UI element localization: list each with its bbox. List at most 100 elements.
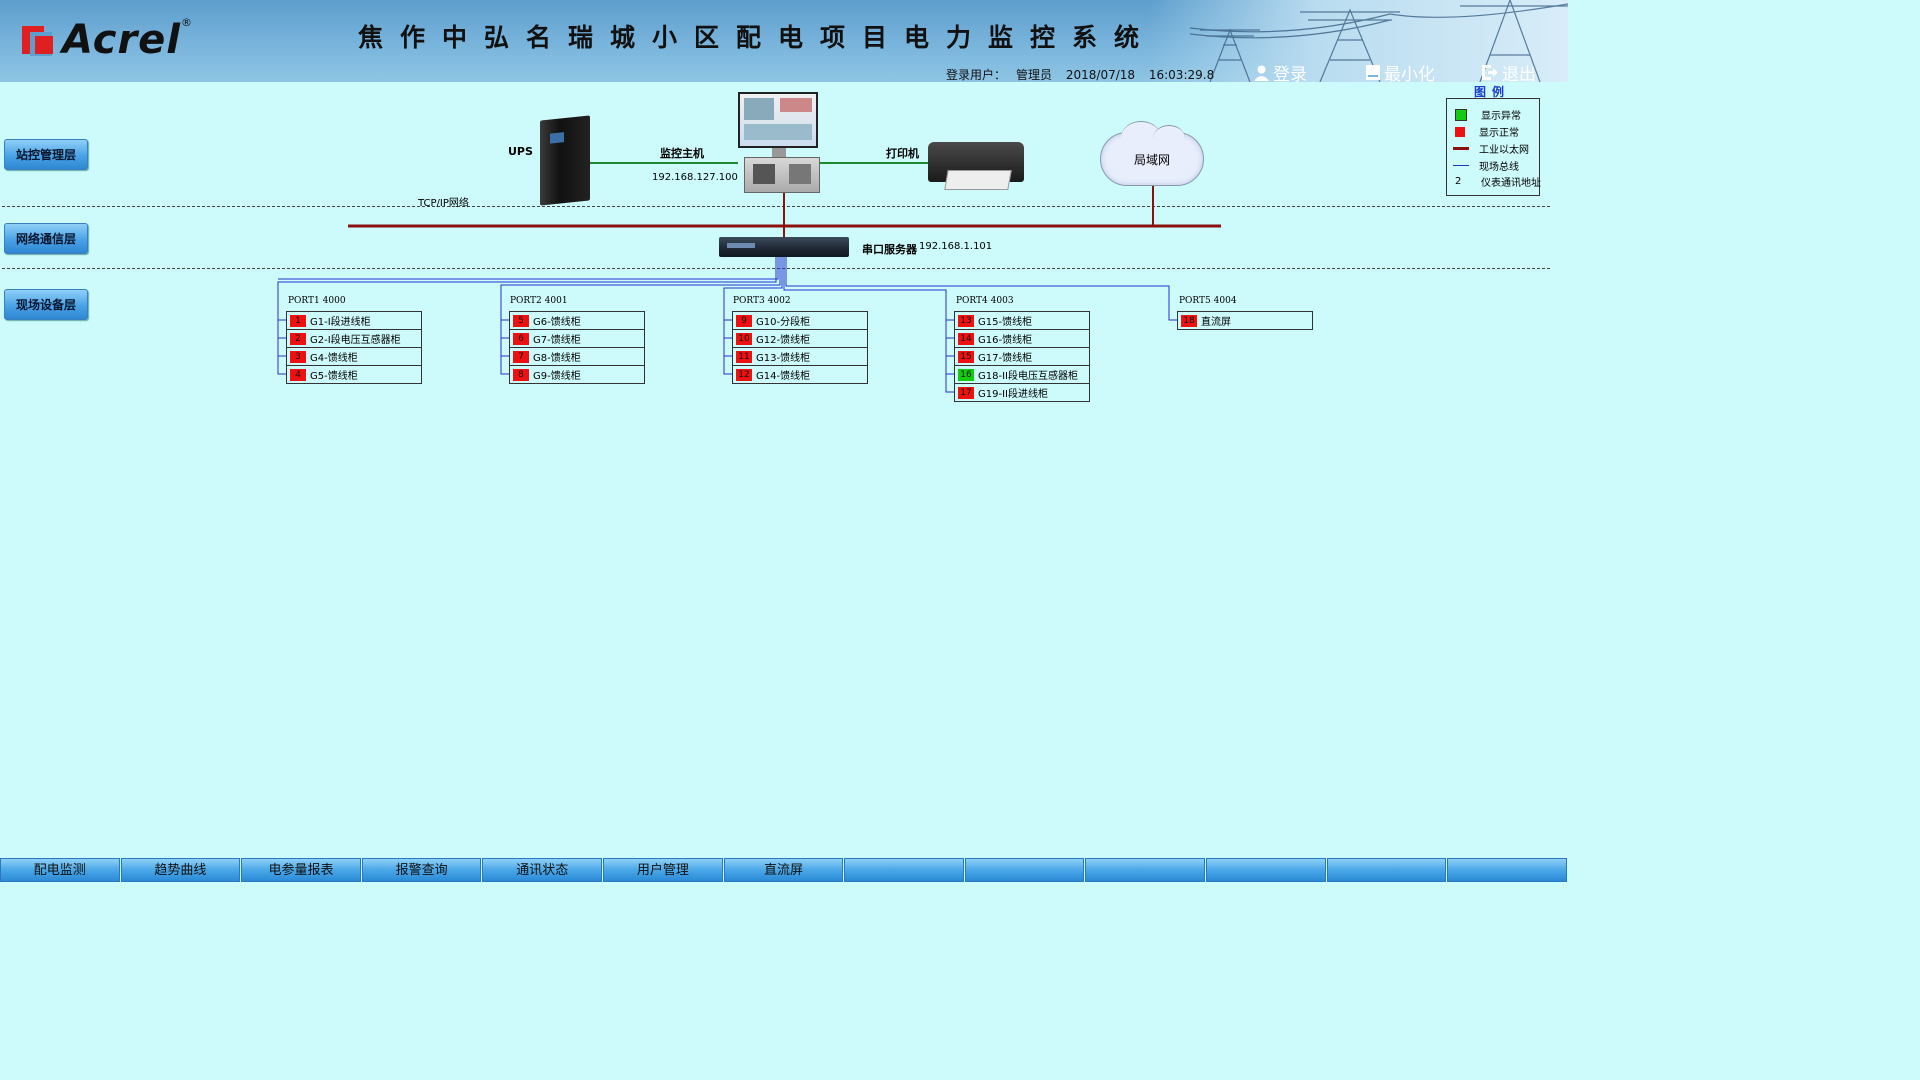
lan-cloud[interactable]: 局域网: [1100, 121, 1204, 186]
device-row[interactable]: 9 G10-分段柜: [733, 312, 867, 330]
legend-label: 仪表通讯地址: [1481, 178, 1541, 189]
red-swatch-icon: [1455, 126, 1465, 137]
printer-device[interactable]: [928, 134, 1026, 192]
device-row[interactable]: 11 G13-馈线柜: [733, 348, 867, 366]
port-device-table: 1 G1-I段进线柜 2 G2-I段电压互感器柜 3 G4-馈线柜 4 G5-馈线柜: [286, 311, 422, 384]
device-status-address: 3: [290, 350, 306, 363]
port-label: PORT4 4003: [956, 296, 1014, 306]
serial-server-label: 串口服务器: [862, 243, 917, 256]
device-name: G19-II段进线柜: [978, 389, 1048, 400]
serial-server-device[interactable]: [719, 237, 849, 257]
device-row[interactable]: 6 G7-馈线柜: [510, 330, 644, 348]
device-status-address: 17: [958, 386, 974, 399]
bottom-tab[interactable]: 电参量报表: [241, 858, 361, 882]
device-row[interactable]: 15 G17-馈线柜: [955, 348, 1089, 366]
device-status-address: 10: [736, 332, 752, 345]
legend-label: 现场总线: [1479, 162, 1519, 173]
legend-label: 工业以太网: [1479, 145, 1529, 156]
device-row[interactable]: 2 G2-I段电压互感器柜: [287, 330, 421, 348]
host-label: 监控主机: [660, 147, 704, 160]
ups-device[interactable]: [540, 115, 590, 206]
device-name: G6-馈线柜: [533, 317, 581, 328]
device-status-address: 14: [958, 332, 974, 345]
green-swatch-icon: [1455, 108, 1467, 121]
device-status-address: 12: [736, 368, 752, 381]
address-symbol: 2: [1455, 176, 1462, 187]
device-row[interactable]: 8 G9-馈线柜: [510, 366, 644, 384]
port-label: PORT3 4002: [733, 296, 791, 306]
monitor-host-device[interactable]: [738, 92, 818, 148]
bottom-tab[interactable]: [964, 858, 1085, 882]
device-status-address: 2: [290, 332, 306, 345]
monitor-screen: [740, 94, 816, 146]
device-status-address: 4: [290, 368, 306, 381]
device-status-address: 18: [1181, 314, 1197, 327]
lan-label: 局域网: [1133, 153, 1170, 167]
device-name: G13-馈线柜: [756, 353, 811, 364]
device-name: 直流屏: [1201, 317, 1231, 328]
bottom-tab[interactable]: [844, 858, 964, 882]
port-device-table: 18 直流屏: [1177, 311, 1313, 330]
device-row[interactable]: 16 G18-II段电压互感器柜: [955, 366, 1089, 384]
device-name: G2-I段电压互感器柜: [310, 335, 401, 346]
device-row[interactable]: 3 G4-馈线柜: [287, 348, 421, 366]
printer-label: 打印机: [886, 147, 919, 160]
tcpip-label: TCP/IP网络: [418, 198, 469, 209]
device-name: G4-馈线柜: [310, 353, 358, 364]
serial-server-ip: 192.168.1.101: [919, 241, 993, 252]
device-name: G5-馈线柜: [310, 371, 358, 382]
device-row[interactable]: 1 G1-I段进线柜: [287, 312, 421, 330]
bottom-navigation: 配电监测 趋势曲线 电参量报表 报警查询 通讯状态 用户管理 直流屏: [0, 858, 1568, 882]
industrial-pc: [744, 157, 820, 193]
bottom-tab[interactable]: 报警查询: [361, 858, 482, 882]
device-name: G10-分段柜: [756, 317, 811, 328]
port-label: PORT1 4000: [288, 296, 346, 306]
device-status-address: 1: [290, 314, 306, 327]
device-status-address: 9: [736, 314, 752, 327]
device-row[interactable]: 14 G16-馈线柜: [955, 330, 1089, 348]
device-name: G15-馈线柜: [978, 317, 1033, 328]
device-row[interactable]: 18 直流屏: [1178, 312, 1312, 330]
device-row[interactable]: 10 G12-馈线柜: [733, 330, 867, 348]
device-row[interactable]: 12 G14-馈线柜: [733, 366, 867, 384]
legend-label: 显示正常: [1479, 128, 1519, 139]
bottom-tab[interactable]: [1085, 858, 1206, 882]
bottom-tab[interactable]: [1206, 858, 1326, 882]
ethernet-line-icon: [1453, 147, 1469, 150]
bottom-tab[interactable]: [1326, 858, 1447, 882]
device-name: G18-II段电压互感器柜: [978, 371, 1078, 382]
port-device-table: 13 G15-馈线柜 14 G16-馈线柜 15 G17-馈线柜 16 G18-II段电压互感…: [954, 311, 1090, 402]
bottom-tab[interactable]: 直流屏: [723, 858, 844, 882]
device-row[interactable]: 5 G6-馈线柜: [510, 312, 644, 330]
bottom-tab[interactable]: 用户管理: [603, 858, 723, 882]
device-status-address: 16: [958, 368, 974, 381]
bottom-tab[interactable]: 通讯状态: [482, 858, 603, 882]
legend-item-fieldbus: 现场总线: [1453, 158, 1519, 173]
device-name: G17-馈线柜: [978, 353, 1033, 364]
device-name: G9-馈线柜: [533, 371, 581, 382]
port-device-table: 9 G10-分段柜 10 G12-馈线柜 11 G13-馈线柜 12 G14-馈线柜: [732, 311, 868, 384]
device-row[interactable]: 13 G15-馈线柜: [955, 312, 1089, 330]
device-name: G7-馈线柜: [533, 335, 581, 346]
port-label: PORT2 4001: [510, 296, 568, 306]
host-ip: 192.168.127.100: [652, 172, 738, 183]
legend-item-abnormal: 显示异常: [1453, 107, 1521, 122]
legend-item-address: 2 仪表通讯地址: [1453, 174, 1541, 189]
device-name: G12-馈线柜: [756, 335, 811, 346]
legend-item-normal: 显示正常: [1453, 124, 1519, 139]
device-row[interactable]: 4 G5-馈线柜: [287, 366, 421, 384]
device-status-address: 5: [513, 314, 529, 327]
device-status-address: 7: [513, 350, 529, 363]
device-status-address: 6: [513, 332, 529, 345]
device-status-address: 11: [736, 350, 752, 363]
device-row[interactable]: 17 G19-II段进线柜: [955, 384, 1089, 402]
device-row[interactable]: 7 G8-馈线柜: [510, 348, 644, 366]
bottom-tab[interactable]: 配电监测: [0, 858, 120, 882]
device-name: G16-馈线柜: [978, 335, 1033, 346]
ups-label: UPS: [508, 145, 533, 158]
bottom-tab[interactable]: [1447, 858, 1567, 882]
port-label: PORT5 4004: [1179, 296, 1237, 306]
device-name: G1-I段进线柜: [310, 317, 371, 328]
bottom-tab[interactable]: 趋势曲线: [120, 858, 241, 882]
fieldbus-line-icon: [1453, 165, 1469, 166]
